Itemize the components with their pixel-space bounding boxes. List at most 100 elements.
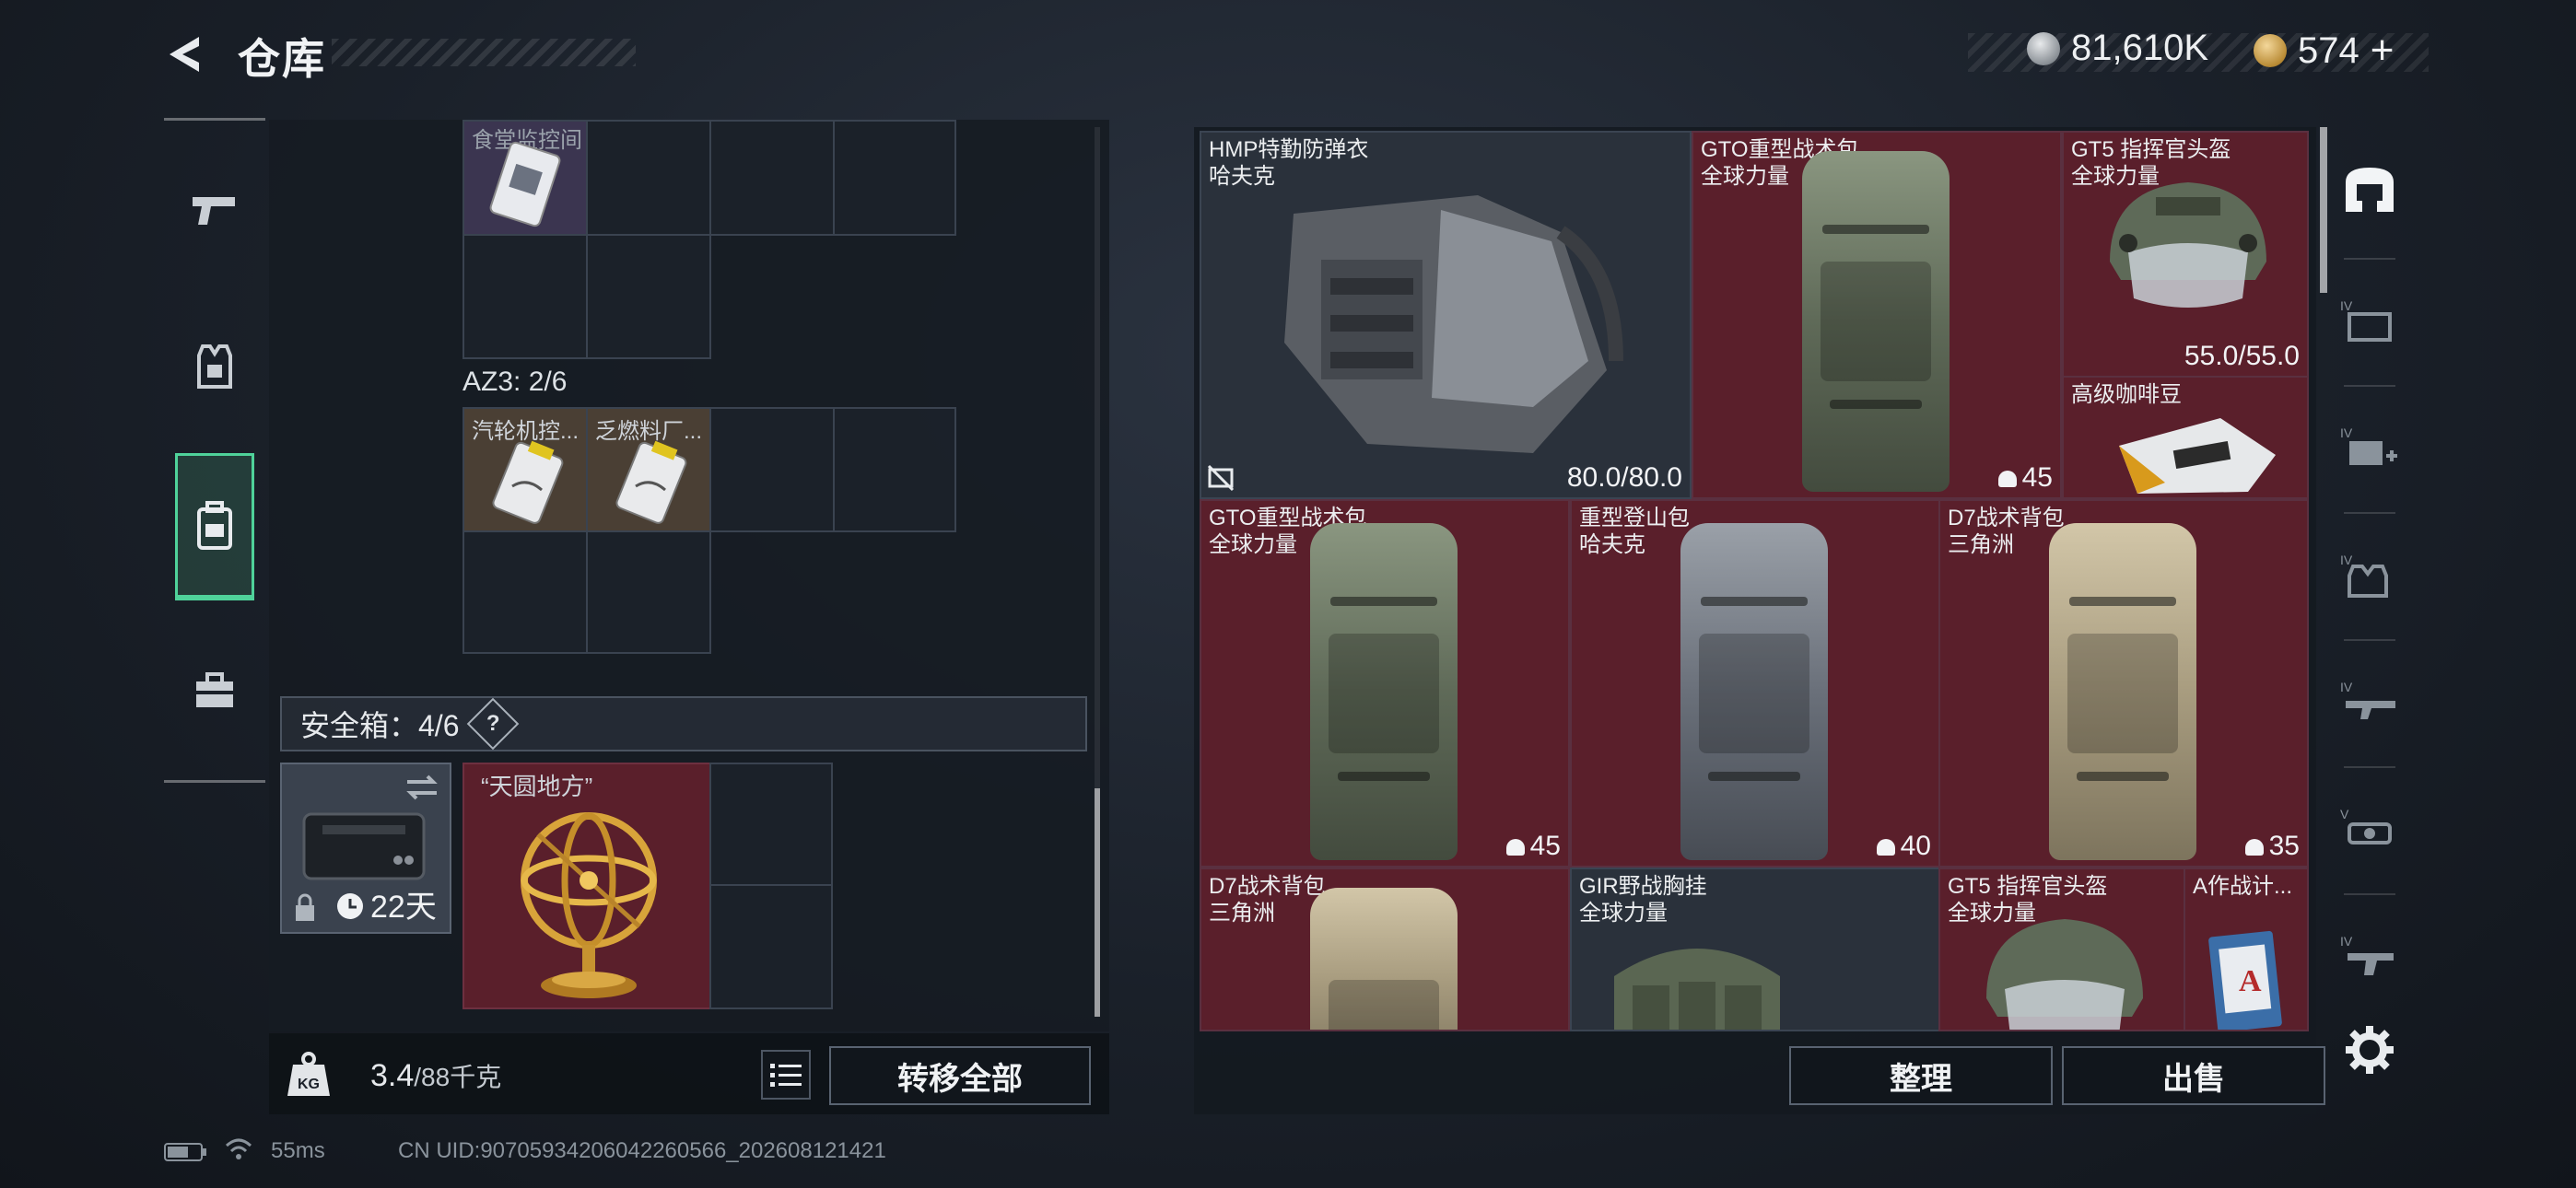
inventory-scrollbar-thumb[interactable] [1095,788,1100,1017]
stash-tab-1[interactable]: IV [2331,265,2408,376]
capacity-icon [1997,471,2017,488]
stash-item-gir-chest-rig[interactable]: GIR野战胸挂 全球力量 [1570,868,1940,1031]
stash-tab-backpack[interactable] [2331,134,2408,245]
settings-button[interactable] [2331,995,2408,1105]
inventory-slot[interactable] [586,234,711,359]
silver-coin-icon [2027,31,2060,65]
max-weight: /88千克 [414,1063,502,1091]
az3-slot[interactable] [463,530,588,654]
medkit-case-icon [196,672,233,707]
svg-text:KG: KG [298,1077,320,1092]
transfer-all-button[interactable]: 转移全部 [829,1046,1091,1105]
svg-text:IV: IV [2340,680,2353,694]
safe-box-slot[interactable] [709,763,833,886]
stash-item-d7-backpack[interactable]: D7战术背包 三角洲 35 [1938,499,2309,868]
page-title: 仓库 [238,35,326,83]
stash-item-gto-backpack-2[interactable]: GTO重型战术包 全球力量 45 [1200,499,1570,868]
silver-currency: 81,610K [2027,28,2208,69]
capacity-icon [1505,839,1525,856]
tier4-medkit-icon: IV [2340,425,2397,465]
tier4-case-icon: IV [2340,298,2392,342]
stash-item-hmp-vest[interactable]: HMP特勤防弹衣 哈夫克 80.0/80.0 [1200,131,1692,499]
safe-box-remaining-days: 22天 [370,890,437,925]
pistol-icon [193,197,235,225]
helmet-image [2110,182,2266,308]
az3-slot-item-2[interactable]: 乏燃料厂... [586,407,711,532]
current-weight: 3.4 [370,1058,415,1093]
backpack-image [1802,151,1950,492]
lock-icon [296,893,314,921]
safe-box-case[interactable]: 22天 [280,763,451,934]
backpack-icon [197,500,232,550]
stash-item-coffee-beans[interactable]: 高级咖啡豆 [2062,376,2309,499]
az3-slot[interactable] [586,530,711,654]
swap-arrows-icon [406,775,438,800]
help-icon[interactable]: ? [466,697,519,751]
nav-backpack[interactable] [175,453,254,600]
svg-text:IV: IV [2340,553,2353,567]
document-folder-image: A [2208,930,2282,1030]
clock-icon [337,893,363,919]
wifi-icon [225,1138,252,1159]
armillary-sphere-icon [521,812,657,998]
nav-weapons[interactable] [175,136,254,284]
backpack-active-icon [2346,168,2394,212]
safe-box-item-armillary[interactable]: “天圆地方” [463,763,711,1009]
tier4-rifle-icon: IV [2340,680,2395,719]
az3-slot[interactable] [833,407,956,532]
stash-tab-5[interactable]: V [2331,774,2408,884]
kg-weight-icon: KG [287,1052,330,1096]
title-decoration [332,39,636,66]
stash-tab-2[interactable]: IV [2331,392,2408,503]
az3-slot[interactable] [709,407,835,532]
stash-tab-3[interactable]: IV [2331,519,2408,630]
safe-box-slot[interactable] [709,884,833,1009]
gold-amount: 574 [2298,29,2359,71]
stash-item-gt5-helmet[interactable]: GT5 指挥官头盔 全球力量 55.0/55.0 [2062,131,2309,378]
stash-item-gt5-helmet-2[interactable]: GT5 指挥官头盔 全球力量 [1938,868,2185,1031]
svg-text:V: V [2340,807,2349,821]
inventory-slot[interactable] [709,120,835,236]
inventory-slot[interactable] [586,120,711,236]
keycard-icon [489,141,561,227]
stash-item-gto-backpack[interactable]: GTO重型战术包 全球力量 45 [1692,131,2062,499]
nav-armor[interactable] [175,293,254,440]
battery-icon [164,1143,206,1161]
stash-item-mountain-backpack[interactable]: 重型登山包 哈夫克 40 [1570,499,1940,868]
svg-text:IV: IV [2340,934,2353,949]
az3-container-label: AZ3: 2/6 [463,367,568,397]
tier4-grip-icon: IV [2340,934,2394,975]
back-arrow-icon[interactable] [162,31,208,77]
safe-box-label: 安全箱：4/6 [300,709,460,742]
tier5-optic-icon: V [2340,807,2392,844]
gold-coin-icon [2254,34,2287,67]
svg-text:IV: IV [2340,425,2353,440]
capacity-icon [2244,839,2264,856]
safe-box-header: 安全箱：4/6 ? [280,696,1087,751]
inventory-slot[interactable] [833,120,956,236]
tier4-armor-icon: IV [2340,553,2388,598]
list-view-button[interactable] [761,1050,811,1100]
organize-button[interactable]: 整理 [1789,1046,2053,1105]
coffee-bag-image [2119,418,2276,494]
az3-slot-item-1[interactable]: 汽轮机控... [463,407,588,532]
gold-currency[interactable]: 574 + [2254,28,2394,74]
ping-readout: 55ms [271,1138,325,1163]
stash-item-operation-plan[interactable]: A作战计... A [2184,868,2309,1031]
nav-supplies[interactable] [175,617,254,764]
stash-scrollbar-thumb[interactable] [2320,127,2327,293]
backpack-image [2049,523,2196,860]
settings-gear-icon [2346,1026,2394,1074]
inventory-slot-item[interactable]: 食堂监控间 [463,120,588,236]
backpack-image [1310,888,1458,1030]
add-gold-button[interactable]: + [2371,28,2395,74]
stash-item-d7-backpack-2[interactable]: D7战术背包 三角洲 [1200,868,1570,1031]
inventory-slot[interactable] [463,234,588,359]
sell-button[interactable]: 出售 [2062,1046,2325,1105]
secure-case-icon [302,812,426,880]
helmet-image [1986,919,2143,1030]
stash-tab-4[interactable]: IV [2331,646,2408,757]
armor-vest-icon [197,344,232,389]
svg-text:A: A [2239,964,2262,998]
list-icon [770,1064,802,1087]
